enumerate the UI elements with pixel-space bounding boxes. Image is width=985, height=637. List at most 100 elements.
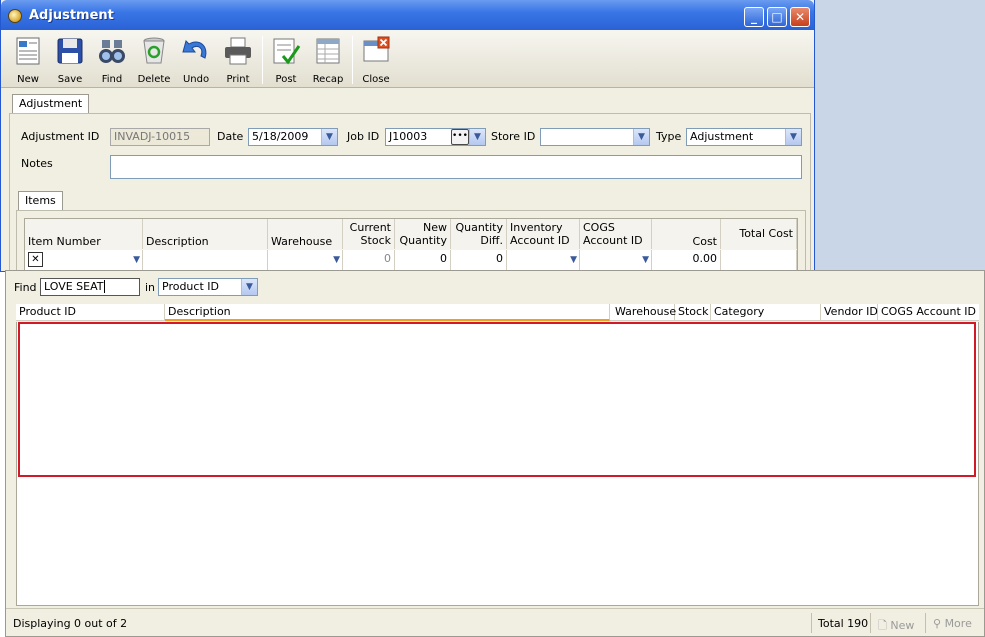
print-button[interactable]: Print <box>218 34 258 86</box>
column-header-new-quantity[interactable]: New Quantity <box>395 219 451 249</box>
delete-row-icon[interactable]: ✕ <box>28 252 43 267</box>
quantity-diff-cell[interactable]: 0 <box>451 250 507 270</box>
undo-label: Undo <box>182 74 210 85</box>
new-document-icon <box>16 37 40 65</box>
header-text: Stock <box>360 234 391 247</box>
column-header-item-number[interactable]: Item Number <box>25 219 143 249</box>
type-value: Adjustment <box>690 130 754 143</box>
status-bar: Displaying 0 out of 2 Total 190 🗋 New ⚲ … <box>6 608 984 636</box>
maximize-button[interactable]: □ <box>767 7 787 27</box>
adjustment-id-label: Adjustment ID <box>21 130 100 143</box>
minimize-button[interactable]: _ <box>744 7 764 27</box>
printer-icon <box>225 37 251 65</box>
close-button[interactable]: Close <box>356 34 396 86</box>
ellipsis-icon[interactable]: ••• <box>451 129 469 145</box>
type-field[interactable]: Adjustment ▼ <box>686 128 802 146</box>
undo-button[interactable]: Undo <box>176 34 216 86</box>
chevron-down-icon[interactable]: ▼ <box>241 279 257 295</box>
post-button[interactable]: Post <box>266 34 306 86</box>
more-button[interactable]: ⚲ More <box>933 617 972 630</box>
column-header-cost[interactable]: Cost <box>652 219 721 249</box>
search-field-select[interactable]: Product ID ▼ <box>158 278 258 296</box>
column-header-quantity-diff[interactable]: Quantity Diff. <box>451 219 507 249</box>
job-id-label: Job ID <box>347 130 380 143</box>
lookup-grid-header: Product ID Description Warehouse Stock C… <box>16 304 979 321</box>
save-button[interactable]: Save <box>50 34 90 86</box>
column-header-stock[interactable]: Stock <box>675 304 711 321</box>
toolbar: New Save Find Delete Undo Print Post Rec… <box>1 30 814 88</box>
recap-label: Recap <box>312 74 344 85</box>
column-header-category[interactable]: Category <box>711 304 821 321</box>
floppy-disk-icon <box>57 38 83 64</box>
chevron-down-icon[interactable]: ▼ <box>633 129 649 145</box>
inventory-account-cell[interactable]: ▼ <box>507 250 580 270</box>
chevron-down-icon[interactable]: ▼ <box>333 251 340 269</box>
column-header-warehouse[interactable]: Warehouse <box>612 304 676 321</box>
delete-button[interactable]: Delete <box>134 34 174 86</box>
header-text: Quantity <box>399 234 447 247</box>
store-id-label: Store ID <box>491 130 536 143</box>
new-quantity-cell[interactable]: 0 <box>395 250 451 270</box>
recycle-bin-icon <box>143 37 165 64</box>
status-separator <box>811 613 812 633</box>
new-button[interactable]: New <box>8 34 48 86</box>
print-label: Print <box>226 74 250 85</box>
column-header-product-id[interactable]: Product ID <box>16 304 165 321</box>
find-input[interactable]: LOVE SEAT <box>40 278 140 296</box>
toolbar-separator <box>352 36 353 84</box>
item-number-cell[interactable]: ✕ ▼ <box>25 250 143 270</box>
date-field[interactable]: 5/18/2009 ▼ <box>248 128 338 146</box>
status-separator <box>870 613 871 633</box>
cogs-account-cell[interactable]: ▼ <box>580 250 652 270</box>
column-header-current-stock[interactable]: Current Stock <box>343 219 395 249</box>
tab-items[interactable]: Items <box>18 191 63 210</box>
recap-button[interactable]: Recap <box>308 34 348 86</box>
more-search-icon: ⚲ <box>933 617 942 630</box>
chevron-down-icon[interactable]: ▼ <box>469 129 485 145</box>
header-text: Quantity <box>455 221 503 234</box>
chevron-down-icon[interactable]: ▼ <box>321 129 337 145</box>
chevron-down-icon[interactable]: ▼ <box>785 129 801 145</box>
column-header-total-cost[interactable]: Total Cost <box>721 219 797 249</box>
new-record-button[interactable]: 🗋 New <box>878 617 914 636</box>
job-id-field[interactable]: J10003 ••• ▼ <box>385 128 486 146</box>
record-count-text: Displaying 0 out of 2 <box>13 617 128 630</box>
total-cost-cell <box>721 250 797 270</box>
lookup-popup: Find LOVE SEAT in Product ID ▼ Product I… <box>5 270 985 637</box>
warehouse-cell[interactable]: ▼ <box>268 250 343 270</box>
notes-label: Notes <box>21 157 53 170</box>
chevron-down-icon[interactable]: ▼ <box>570 251 577 269</box>
table-row: ✕ ▼ ▼ 0 0 0 ▼ ▼ 0.00 <box>25 250 797 271</box>
desktop-background <box>815 0 985 270</box>
cost-cell[interactable]: 0.00 <box>652 250 721 270</box>
type-label: Type <box>656 130 682 143</box>
tab-adjustment[interactable]: Adjustment <box>12 94 90 113</box>
adjustment-id-field[interactable]: INVADJ-10015 <box>110 128 210 146</box>
new-document-icon: 🗋 <box>878 619 887 632</box>
close-window-button[interactable]: ✕ <box>790 7 810 27</box>
find-value: LOVE SEAT <box>44 280 104 293</box>
delete-label: Delete <box>137 74 171 85</box>
header-text: New <box>423 221 447 234</box>
lookup-results-list[interactable] <box>16 322 979 606</box>
chevron-down-icon[interactable]: ▼ <box>642 251 649 269</box>
column-header-cogs-account-id[interactable]: COGS Account ID <box>878 304 979 321</box>
column-header-description[interactable]: Description <box>143 219 268 249</box>
description-cell[interactable] <box>143 250 268 270</box>
column-header-cogs-account-id[interactable]: COGS Account ID <box>580 219 652 249</box>
chevron-down-icon[interactable]: ▼ <box>133 251 140 269</box>
find-label: Find <box>101 74 123 85</box>
date-value: 5/18/2009 <box>252 130 309 143</box>
column-header-description[interactable]: Description <box>165 304 610 321</box>
column-header-vendor-id[interactable]: Vendor ID <box>821 304 878 321</box>
column-header-warehouse[interactable]: Warehouse <box>268 219 343 249</box>
store-id-field[interactable]: ▼ <box>540 128 650 146</box>
undo-arrow-icon <box>182 40 207 59</box>
column-header-inventory-account-id[interactable]: Inventory Account ID <box>507 219 580 249</box>
notes-field[interactable] <box>110 155 802 179</box>
title-bar[interactable]: Adjustment _ □ ✕ <box>1 0 814 30</box>
header-text: Item Number <box>28 235 101 248</box>
app-icon <box>8 9 22 23</box>
find-button[interactable]: Find <box>92 34 132 86</box>
highlight-box <box>18 322 976 477</box>
